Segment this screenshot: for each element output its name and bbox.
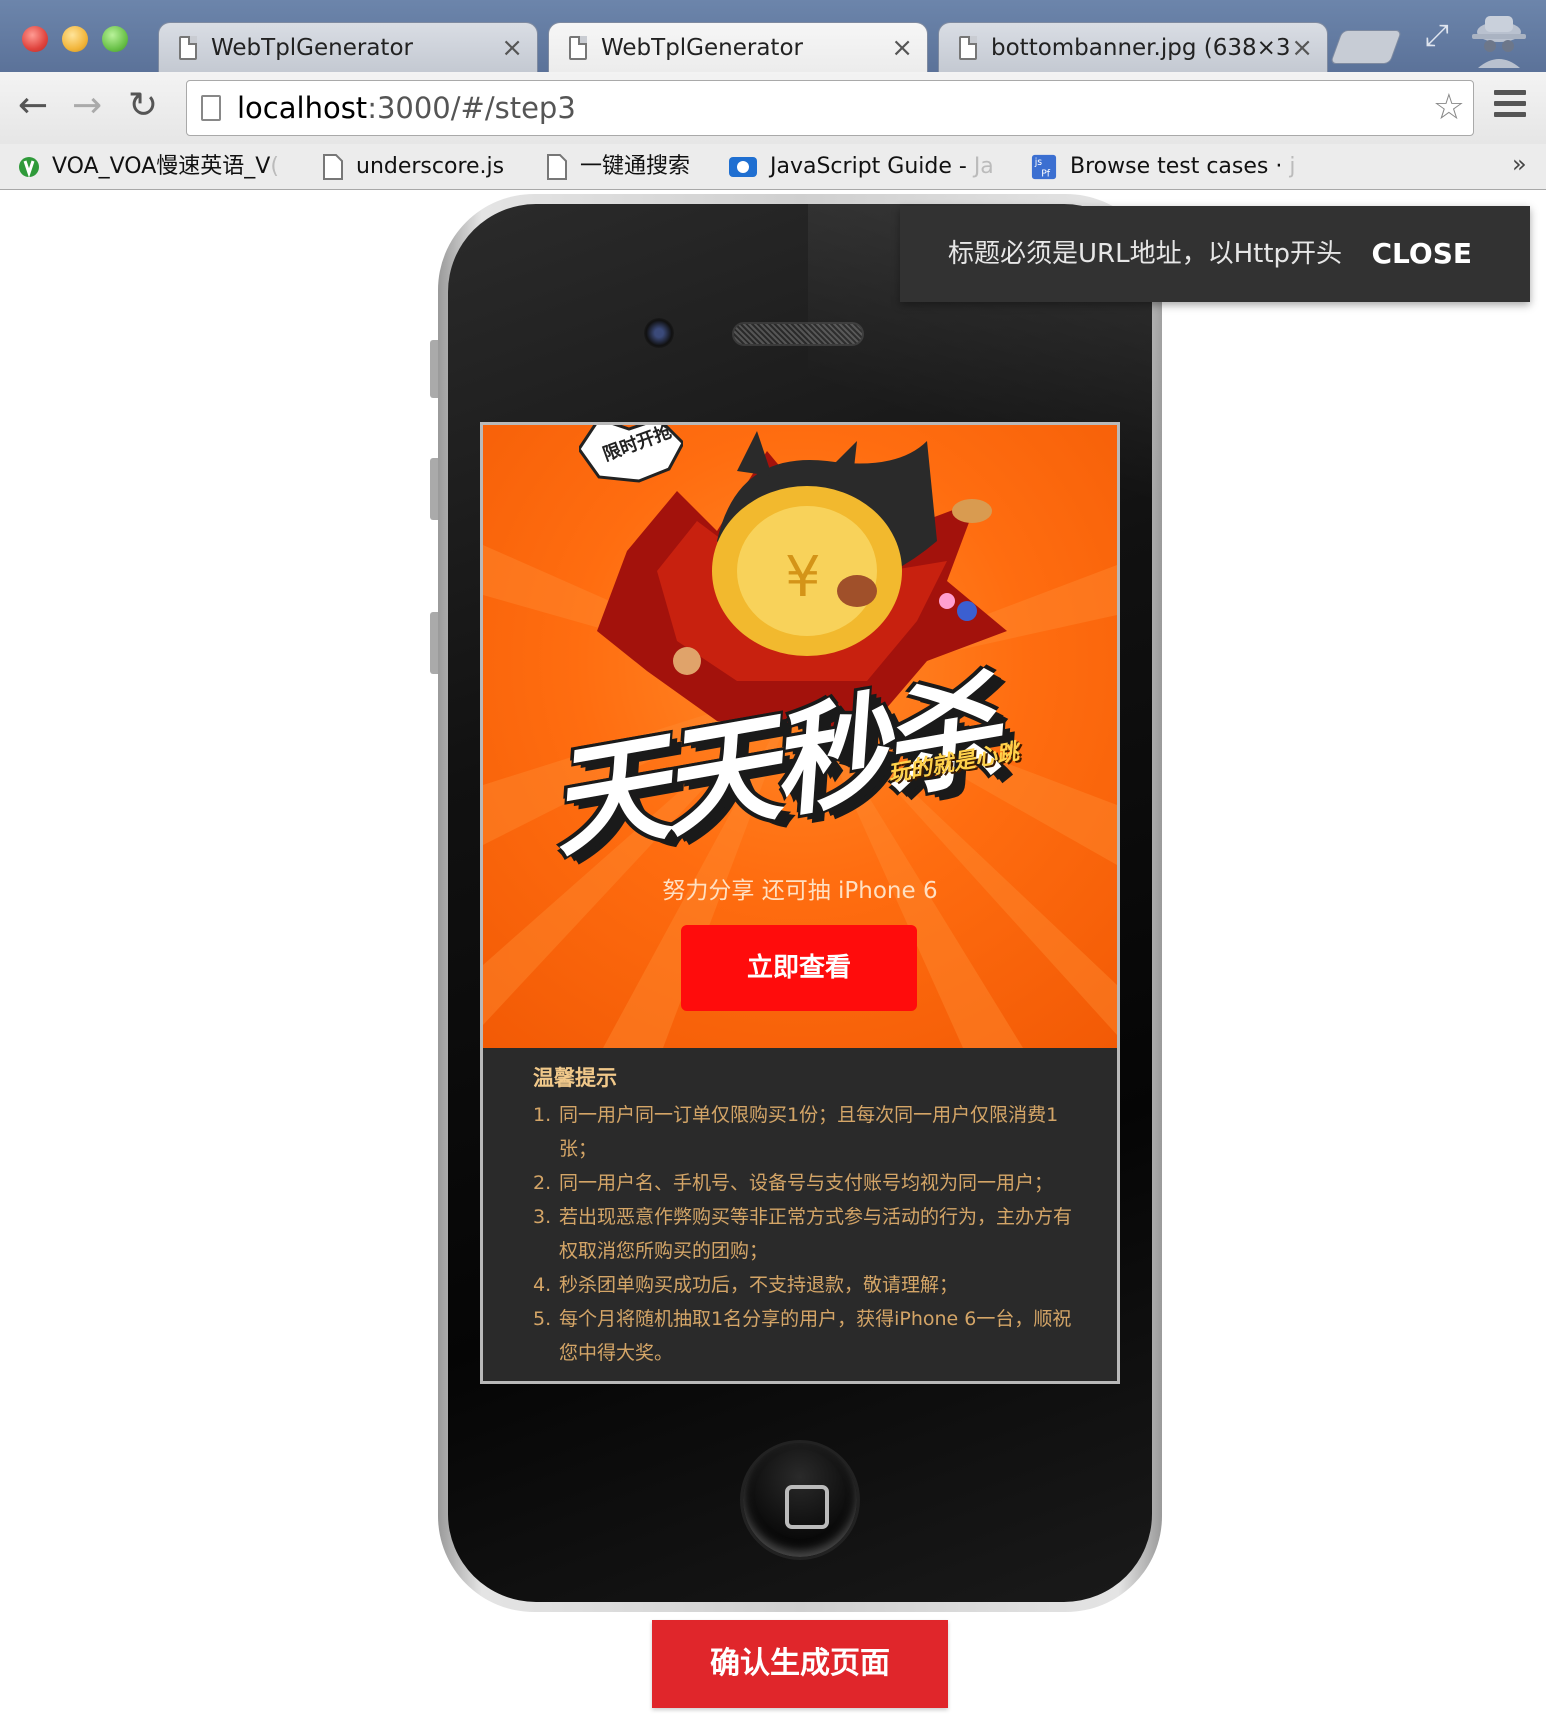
voa-icon: [19, 157, 39, 178]
address-bar[interactable]: localhost:3000/#/step3 ☆: [186, 80, 1474, 136]
tab-title: bottombanner.jpg (638×3: [991, 35, 1291, 61]
bookmark-label: JavaScript Guide -: [770, 154, 974, 179]
reload-icon[interactable]: ↻: [128, 86, 158, 126]
bookmark-item[interactable]: VOA_VOA慢速英语_V(: [18, 148, 279, 186]
url-host: localhost: [237, 91, 368, 125]
list-number: 4.: [533, 1274, 552, 1296]
browser-titlebar: WebTplGenerator × WebTplGenerator × bott…: [0, 0, 1546, 72]
confirm-generate-button[interactable]: 确认生成页面: [652, 1620, 948, 1708]
bookmark-label: 一键通搜索: [580, 154, 691, 179]
list-item: 1. 同一用户同一订单仅限购买1份；且每次同一用户仅限消费1张；: [533, 1098, 1077, 1166]
toast-close-button[interactable]: CLOSE: [1372, 206, 1473, 302]
browser-toolbar: ← → ↻ localhost:3000/#/step3 ☆: [0, 72, 1546, 144]
list-item: 2. 同一用户名、手机号、设备号与支付账号均视为同一用户；: [533, 1166, 1077, 1200]
list-text: 同一用户名、手机号、设备号与支付账号均视为同一用户；: [559, 1172, 1054, 1194]
jsperf-icon: jsPf: [1031, 154, 1057, 179]
bookmarks-bar: VOA_VOA慢速英语_V( underscore.js 一键通搜索 JavaS…: [0, 144, 1546, 190]
tab-close-icon[interactable]: ×: [501, 23, 523, 72]
tips-list: 1. 同一用户同一订单仅限购买1份；且每次同一用户仅限消费1张； 2. 同一用户名、…: [533, 1098, 1077, 1370]
browser-tab-active[interactable]: WebTplGenerator ×: [548, 22, 928, 72]
page-icon: [323, 154, 343, 180]
bookmark-item[interactable]: underscore.js: [322, 148, 504, 186]
list-text: 同一用户同一订单仅限购买1份；且每次同一用户仅限消费1张；: [559, 1104, 1059, 1160]
bookmark-label: VOA_VOA慢速英语_V: [52, 154, 271, 179]
list-text: 每个月将随机抽取1名分享的用户，获得iPhone 6一台，顺祝您中得大奖。: [559, 1308, 1072, 1364]
minimize-window-button[interactable]: [62, 26, 88, 52]
tab-title: WebTplGenerator: [601, 35, 803, 61]
page-icon: [179, 36, 197, 60]
list-number: 3.: [533, 1206, 552, 1228]
page-icon: [547, 154, 567, 180]
back-arrow-icon[interactable]: ←: [18, 86, 48, 126]
mute-switch: [430, 340, 438, 398]
bookmark-label-fade: (: [270, 154, 279, 179]
speaker-grille: [732, 322, 864, 346]
bookmark-item[interactable]: 一键通搜索: [546, 148, 690, 186]
bookmark-item[interactable]: js Pf Browse test cases · j: [1030, 148, 1295, 186]
tab-close-icon[interactable]: ×: [1291, 23, 1313, 72]
url-path: :3000/#/step3: [367, 91, 576, 125]
tab-title: WebTplGenerator: [211, 35, 413, 61]
list-number: 2.: [533, 1172, 552, 1194]
tips-title: 温馨提示: [533, 1066, 617, 1090]
close-window-button[interactable]: [22, 26, 48, 52]
mdn-icon: [729, 157, 757, 177]
phone-screen: ¥ 限时开抢 天天秒杀 玩的就是心跳 努力分享 还可抽 iPhone 6 立即查…: [480, 422, 1120, 1384]
list-text: 若出现恶意作弊购买等非正常方式参与活动的行为，主办方有权取消您所购买的团购；: [559, 1206, 1073, 1262]
toast-message: 标题必须是URL地址，以Http开头: [948, 239, 1343, 269]
camera-icon: [644, 318, 674, 348]
svg-text:js: js: [1034, 157, 1043, 168]
bookmark-star-icon[interactable]: ☆: [1433, 81, 1465, 135]
incognito-icon: [1472, 16, 1526, 68]
tab-close-icon[interactable]: ×: [891, 23, 913, 72]
volume-up-button: [430, 458, 438, 520]
list-item: 5. 每个月将随机抽取1名分享的用户，获得iPhone 6一台，顺祝您中得大奖。: [533, 1302, 1077, 1370]
view-now-button[interactable]: 立即查看: [681, 925, 917, 1011]
list-number: 5.: [533, 1308, 552, 1330]
list-item: 3. 若出现恶意作弊购买等非正常方式参与活动的行为，主办方有权取消您所购买的团购；: [533, 1200, 1077, 1268]
bookmark-label-fade: j: [1289, 154, 1296, 179]
list-item: 4. 秒杀团单购买成功后，不支持退款，敬请理解；: [533, 1268, 1077, 1302]
volume-down-button: [430, 612, 438, 674]
svg-text:Pf: Pf: [1041, 168, 1051, 179]
promo-banner: ¥ 限时开抢 天天秒杀 玩的就是心跳 努力分享 还可抽 iPhone 6 立即查…: [483, 425, 1117, 1048]
browser-tab[interactable]: WebTplGenerator ×: [158, 22, 538, 72]
home-button: [740, 1440, 860, 1560]
list-number: 1.: [533, 1104, 552, 1126]
svg-text:¥: ¥: [785, 545, 821, 610]
list-text: 秒杀团单购买成功后，不支持退款，敬请理解；: [559, 1274, 959, 1296]
bookmark-label: underscore.js: [356, 154, 505, 179]
more-bookmarks-icon[interactable]: »: [1512, 150, 1527, 178]
bookmark-label-fade: Ja: [973, 154, 994, 179]
bookmark-item[interactable]: JavaScript Guide - Ja: [728, 148, 994, 186]
banner-subtitle: 努力分享 还可抽 iPhone 6: [662, 878, 938, 904]
tips-section: 温馨提示 1. 同一用户同一订单仅限购买1份；且每次同一用户仅限消费1张； 2. 同…: [483, 1048, 1117, 1381]
new-tab-button[interactable]: [1329, 30, 1403, 64]
page-icon: [201, 95, 221, 121]
fullscreen-icon[interactable]: ⤢: [1425, 18, 1449, 53]
page-icon: [959, 36, 977, 60]
page-icon: [569, 36, 587, 60]
forward-arrow-icon[interactable]: →: [72, 86, 102, 126]
bookmark-label: Browse test cases ·: [1070, 154, 1290, 179]
toast-notification: 标题必须是URL地址，以Http开头 CLOSE: [900, 206, 1530, 302]
menu-icon[interactable]: [1494, 90, 1526, 123]
zoom-window-button[interactable]: [102, 26, 128, 52]
browser-tab[interactable]: bottombanner.jpg (638×3 ×: [938, 22, 1328, 72]
